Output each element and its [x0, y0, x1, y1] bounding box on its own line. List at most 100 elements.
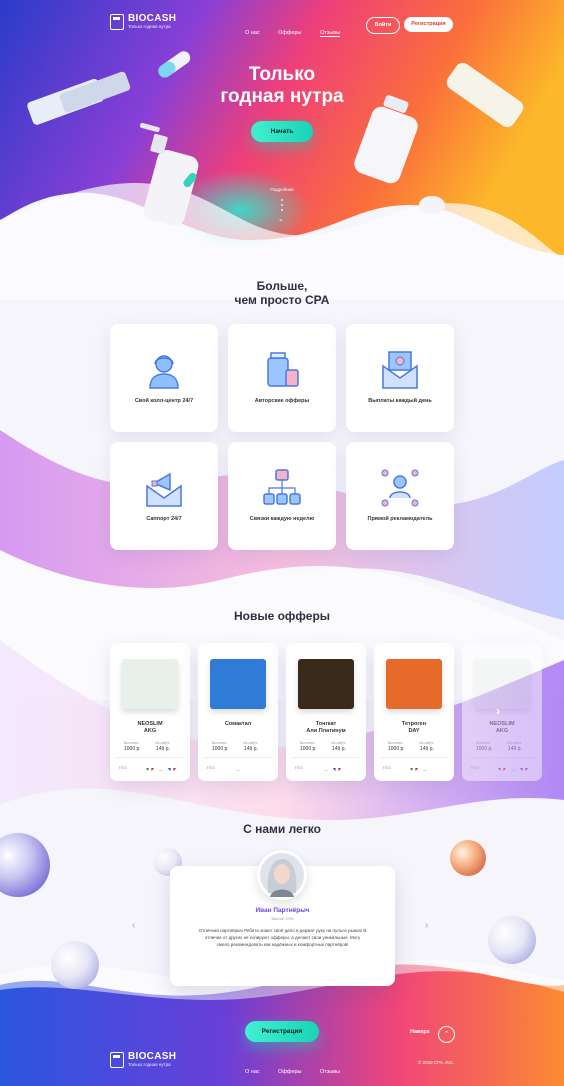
- payout-label: Выплата: [476, 741, 491, 745]
- copyright: © 2018 CPA, INC.: [418, 1060, 455, 1065]
- chevron-left-icon[interactable]: ‹: [132, 920, 135, 931]
- site-price-value: 149 р.: [332, 746, 346, 752]
- site-price-label: На сайте: [331, 741, 346, 745]
- chevron-right-icon[interactable]: ›: [425, 920, 428, 931]
- hero-title-line2: годная нутра: [220, 86, 344, 107]
- offer-name-line2: Али Платинум: [306, 727, 346, 734]
- offer-name: Тонгкат Али Платинум: [290, 721, 362, 734]
- footer-logo[interactable]: BIOCASH Только годная нутра: [110, 1052, 176, 1068]
- testimonial-author: Иван Партнёрыч: [255, 907, 310, 914]
- product-image: [210, 659, 266, 709]
- chevron-down-icon[interactable]: ⌄: [278, 215, 284, 223]
- footer-link-about[interactable]: О нас: [245, 1069, 260, 1075]
- offer-card[interactable]: NEOSLIM AKG Выплата На сайте 1000 р. 149 р. ГЕ…: [110, 643, 190, 781]
- site-price-label: На сайте: [243, 741, 258, 745]
- product-image: [298, 659, 354, 709]
- geo-label: ГЕО: [383, 765, 391, 770]
- hero-title: Только годная нутра: [160, 64, 404, 108]
- testimonials-title: С нами легко: [243, 822, 321, 836]
- up-label[interactable]: Наверх: [410, 1029, 430, 1035]
- header-logo[interactable]: BIOCASH Только годная нутра: [110, 14, 176, 30]
- avatar-photo: [260, 853, 304, 897]
- feature-card: Выплаты каждый день: [346, 324, 454, 432]
- network-icon: [263, 469, 301, 505]
- payout-value: 1000 р.: [124, 746, 141, 752]
- flag-fr-icon: [333, 763, 341, 771]
- feature-card: Связки каждую неделю: [228, 442, 336, 550]
- payout-label: Выплата: [388, 741, 403, 745]
- flag-ru-icon: [322, 763, 330, 771]
- offer-card[interactable]: Тонгкат Али Платинум Выплата На сайте 1000 р…: [286, 643, 366, 781]
- flag-ru-icon: [157, 763, 165, 771]
- feature-label: Саппорт 24/7: [146, 516, 182, 522]
- site-price-label: На сайте: [419, 741, 434, 745]
- geo-label: ГЕО: [295, 765, 303, 770]
- avatar: [257, 850, 307, 900]
- offer-card[interactable]: NEOSLIM AKG Выплата На сайте 1000 р. 149 р. ГЕ…: [462, 643, 542, 781]
- nav-link-offers[interactable]: Офферы: [278, 30, 301, 36]
- chevron-right-icon[interactable]: ›: [496, 704, 500, 718]
- product-image: [474, 659, 530, 709]
- offer-name: Сомактал: [202, 721, 274, 728]
- payout-label: Выплата: [300, 741, 315, 745]
- products-icon: [267, 352, 299, 387]
- offer-name-line2: AKG: [495, 727, 509, 734]
- site-price-label: На сайте: [155, 741, 170, 745]
- flag-fr-icon: [168, 763, 176, 771]
- payout-value: 1000 р.: [476, 746, 493, 752]
- flag-fr-icon: [520, 763, 528, 771]
- footer-link-offers[interactable]: Офферы: [278, 1069, 301, 1075]
- footer-nav: О нас Офферы Отзывы: [245, 1060, 354, 1078]
- product-image: [386, 659, 442, 709]
- site-price-value: 149 р.: [420, 746, 434, 752]
- site-price-value: 149 р.: [156, 746, 170, 752]
- geo-label: ГЕО: [119, 765, 127, 770]
- geo-label: ГЕО: [471, 765, 479, 770]
- offer-name: NEOSLIM AKG: [114, 721, 186, 734]
- feature-label: Свой колл-центр 24/7: [134, 398, 194, 404]
- features-title-line2: чем просто CPA: [234, 293, 330, 307]
- site-price-label: На сайте: [507, 741, 522, 745]
- more-link[interactable]: Подробнее: [262, 187, 302, 192]
- nav-link-reviews[interactable]: Отзывы: [319, 30, 341, 37]
- offer-name: NEOSLIM AKG: [466, 721, 538, 734]
- start-button[interactable]: Начать: [251, 121, 313, 142]
- offer-card[interactable]: Сомактал Выплата На сайте 1000 р. 149 р. ГЕО: [198, 643, 278, 781]
- arrow-up-icon[interactable]: ⌃: [438, 1026, 455, 1043]
- login-button[interactable]: Войти: [366, 17, 400, 34]
- flag-ru-icon: [234, 763, 242, 771]
- site-price-value: 149 р.: [244, 746, 258, 752]
- footer-brand-tagline: Только годная нутра: [128, 1062, 171, 1068]
- nav-link-about[interactable]: О нас: [245, 30, 260, 36]
- feature-card: Прямой рекламодатель: [346, 442, 454, 550]
- footer-brand-name: BIOCASH: [128, 1051, 177, 1063]
- feature-card: Свой колл-центр 24/7: [110, 324, 218, 432]
- support-megaphone-icon: [146, 472, 182, 507]
- brand-tagline: Только годная нутра: [128, 24, 171, 30]
- testimonial-role: Биолог CPA: [271, 916, 294, 921]
- payout-value: 1000 р.: [212, 746, 229, 752]
- flag-ru-icon: [421, 763, 429, 771]
- payout-label: Выплата: [212, 741, 227, 745]
- offer-name-line1: Сомактал: [224, 721, 252, 727]
- offer-card[interactable]: Тетроген DAY Выплата На сайте 1000 р. 149 р. Г…: [374, 643, 454, 781]
- offer-name-line2: AKG: [143, 727, 157, 734]
- testimonial-text: Отличная партнёрка! Ребята знают своё де…: [198, 928, 367, 947]
- feature-label: Связки каждую неделю: [249, 516, 315, 522]
- offer-name: Тетроген DAY: [378, 721, 450, 734]
- footer-link-reviews[interactable]: Отзывы: [320, 1069, 340, 1075]
- offer-name-line2: DAY: [408, 727, 420, 734]
- advertiser-icon: [381, 469, 419, 507]
- geo-label: ГЕО: [207, 765, 215, 770]
- register-button[interactable]: Регистрация: [404, 17, 453, 32]
- logo-icon: [110, 1052, 124, 1068]
- footer-register-button[interactable]: Регистрация: [245, 1021, 319, 1042]
- feature-label: Прямой рекламодатель: [367, 516, 433, 522]
- feature-card: Саппорт 24/7: [110, 442, 218, 550]
- header-nav: О нас Офферы Отзывы: [245, 21, 354, 39]
- flag-it-icon: [146, 763, 154, 771]
- feature-card: Авторские офферы: [228, 324, 336, 432]
- feature-label: Авторские офферы: [254, 398, 310, 404]
- payout-label: Выплата: [124, 741, 139, 745]
- site-price-value: 149 р.: [508, 746, 522, 752]
